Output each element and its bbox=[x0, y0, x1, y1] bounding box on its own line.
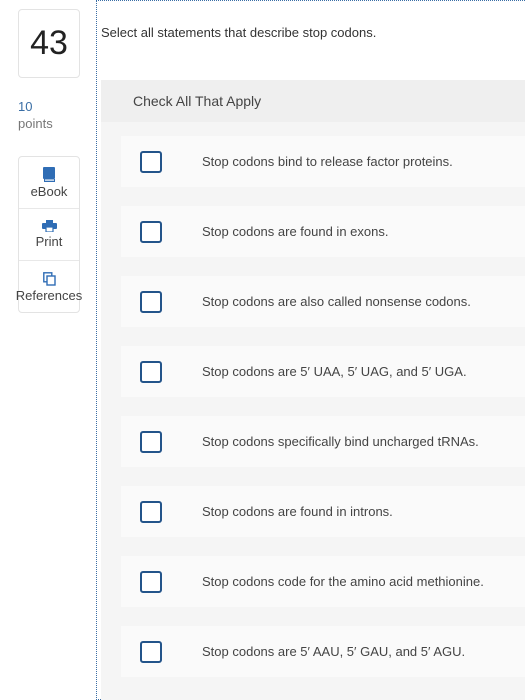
checkbox[interactable] bbox=[140, 430, 162, 453]
book-icon bbox=[43, 166, 55, 182]
option-item[interactable]: Stop codons code for the amino acid meth… bbox=[121, 556, 525, 607]
option-item[interactable]: Stop codons are found in exons. bbox=[121, 206, 525, 257]
print-button[interactable]: Print bbox=[19, 209, 79, 261]
option-text: Stop codons are found in introns. bbox=[202, 504, 393, 519]
ebook-button[interactable]: eBook bbox=[19, 157, 79, 209]
points-value: 10 bbox=[18, 99, 33, 114]
points-label: points bbox=[18, 116, 53, 131]
checkbox[interactable] bbox=[140, 640, 162, 663]
question-prompt: Select all statements that describe stop… bbox=[101, 25, 377, 40]
option-text: Stop codons bind to release factor prote… bbox=[202, 154, 453, 169]
checkbox[interactable] bbox=[140, 220, 162, 243]
question-number: 43 bbox=[18, 9, 80, 78]
option-item[interactable]: Stop codons are found in introns. bbox=[121, 486, 525, 537]
option-text: Stop codons are 5′ AAU, 5′ GAU, and 5′ A… bbox=[202, 644, 466, 659]
option-item[interactable]: Stop codons specifically bind uncharged … bbox=[121, 416, 525, 467]
option-item[interactable]: Stop codons bind to release factor prote… bbox=[121, 136, 525, 187]
option-text: Stop codons specifically bind uncharged … bbox=[202, 434, 479, 449]
option-text: Stop codons code for the amino acid meth… bbox=[202, 574, 484, 589]
question-sidebar: 43 10 points eBook Print References bbox=[0, 0, 96, 700]
check-all-header: Check All That Apply bbox=[101, 80, 525, 122]
checkbox[interactable] bbox=[140, 500, 162, 523]
print-label: Print bbox=[35, 234, 63, 249]
references-button[interactable]: References bbox=[15, 261, 83, 313]
option-text: Stop codons are 5′ UAA, 5′ UAG, and 5′ U… bbox=[202, 364, 467, 379]
printer-icon bbox=[41, 220, 57, 232]
ebook-label: eBook bbox=[30, 183, 68, 199]
tools-panel: eBook Print References bbox=[15, 156, 83, 313]
option-item[interactable]: Stop codons are also called nonsense cod… bbox=[121, 276, 525, 327]
references-label: References bbox=[15, 287, 83, 303]
option-item[interactable]: Stop codons are 5′ UAA, 5′ UAG, and 5′ U… bbox=[121, 346, 525, 397]
checkbox[interactable] bbox=[140, 290, 162, 313]
checkbox[interactable] bbox=[140, 360, 162, 383]
question-area: Select all statements that describe stop… bbox=[96, 0, 525, 700]
checkbox[interactable] bbox=[140, 570, 162, 593]
copy-pages-icon bbox=[42, 271, 56, 286]
option-text: Stop codons are also called nonsense cod… bbox=[202, 294, 471, 309]
checkbox[interactable] bbox=[140, 150, 162, 173]
option-item[interactable]: Stop codons are 5′ AAU, 5′ GAU, and 5′ A… bbox=[121, 626, 525, 677]
option-text: Stop codons are found in exons. bbox=[202, 224, 389, 239]
options-panel: Check All That Apply Stop codons bind to… bbox=[101, 80, 525, 700]
